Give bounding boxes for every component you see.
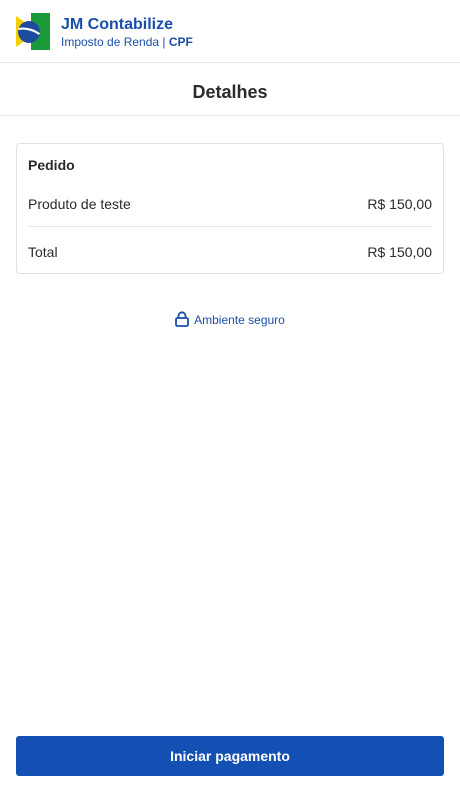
brand-subtitle-tag: CPF xyxy=(168,35,193,49)
order-item-label: Produto de teste xyxy=(28,196,131,212)
order-summary-card: Pedido Produto de teste R$ 150,00 Total … xyxy=(16,143,444,274)
order-total-value: R$ 150,00 xyxy=(367,244,432,260)
start-payment-button[interactable]: Iniciar pagamento xyxy=(16,736,444,776)
order-item-price: R$ 150,00 xyxy=(367,196,432,212)
brand-subtitle-text: Imposto de Renda xyxy=(61,35,160,49)
order-total-label: Total xyxy=(28,244,58,260)
page-title-bar: Detalhes xyxy=(0,63,460,116)
brand-subtitle: Imposto de Renda | CPF xyxy=(61,34,193,50)
brand-subtitle-separator: | xyxy=(159,35,169,49)
app-header: JM Contabilize Imposto de Renda | CPF xyxy=(0,0,460,63)
secure-environment-notice: Ambiente seguro xyxy=(0,311,460,329)
brazil-flag-icon xyxy=(16,13,50,50)
order-divider xyxy=(28,226,432,227)
secure-environment-label: Ambiente seguro xyxy=(194,312,285,327)
brand-name: JM Contabilize xyxy=(61,16,174,33)
order-title: Pedido xyxy=(28,157,75,173)
page-title: Detalhes xyxy=(192,82,268,102)
lock-icon xyxy=(175,311,190,327)
